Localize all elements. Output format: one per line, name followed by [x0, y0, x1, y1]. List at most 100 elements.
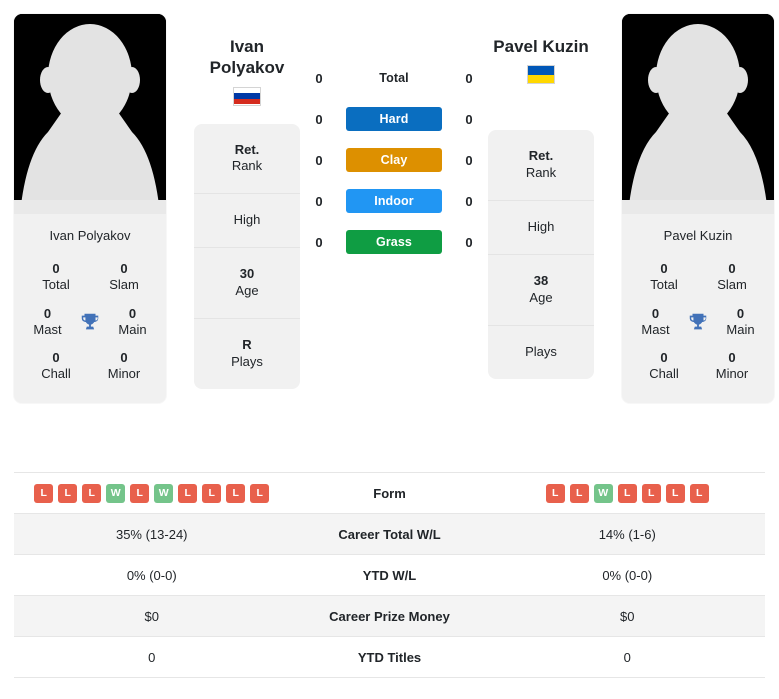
form-cell-right: LLWLLLL	[490, 476, 766, 511]
title-stat-mast-right: 0 Mast	[630, 306, 681, 339]
info-item-age-left: 30 Age	[194, 248, 300, 319]
info-label: Plays	[231, 353, 263, 369]
player-comparison-page: Ivan Polyakov 0 Total 0 Slam 0 Mast 0 Ma…	[0, 0, 779, 699]
title-stat-label: Slam	[717, 277, 747, 293]
info-value: 38	[533, 272, 549, 288]
stat-value-left: 0% (0-0)	[126, 567, 177, 583]
title-stat-chall-left: 0 Chall	[22, 350, 90, 383]
info-label: Age	[529, 289, 553, 305]
titles-row: 0 Chall 0 Minor	[628, 344, 768, 389]
info-value: R	[242, 336, 252, 352]
trophy-icon	[681, 311, 715, 333]
surface-row-indoor: 0 Indoor 0	[306, 189, 482, 213]
player-photo-right	[622, 14, 774, 214]
titles-row: 0 Total 0 Slam	[628, 255, 768, 300]
stat-value-right: 0% (0-0)	[602, 567, 653, 583]
surface-row-hard: 0 Hard 0	[306, 107, 482, 131]
surface-score-left: 0	[315, 234, 323, 250]
title-stat-minor-left: 0 Minor	[90, 350, 158, 383]
title-stat-main-left: 0 Main	[107, 306, 158, 339]
title-stat-label: Minor	[715, 366, 749, 382]
titles-row: 0 Chall 0 Minor	[20, 344, 160, 389]
surface-badge-grass: Grass	[346, 230, 442, 254]
surface-comparison-column: 0 Total 0 0 Hard 0 0 Clay 0 0 Indoor 0 0	[306, 14, 482, 254]
flag-wrap-left	[194, 86, 300, 112]
stat-value-right: 14% (1-6)	[598, 526, 656, 542]
stat-row-form: LLLWLWLLLL Form LLWLLLL	[14, 473, 765, 514]
title-stat-label: Slam	[109, 277, 139, 293]
stats-comparison-table: LLLWLWLLLL Form LLWLLLL 35% (13-24) Care…	[14, 472, 765, 678]
player-avatar-silhouette-icon	[622, 14, 774, 214]
info-value: Ret.	[528, 148, 554, 164]
title-stat-value: 0	[128, 305, 137, 321]
info-item-plays-right: Plays	[488, 326, 594, 379]
trophy-icon	[73, 311, 107, 333]
title-stat-label: Chall	[649, 366, 679, 382]
player-card-right[interactable]: Pavel Kuzin 0 Total 0 Slam 0 Mast 0 Main…	[622, 14, 774, 403]
title-stat-label: Mast	[641, 321, 670, 337]
form-badge-l: L	[226, 483, 246, 503]
player-info-box-left: Ret. Rank High 30 Age R Plays	[194, 123, 300, 389]
player-info-column-right: Pavel Kuzin Ret. Rank High 38 Age Plays	[482, 14, 600, 379]
form-badge-l: L	[641, 483, 661, 503]
flag-stripe	[234, 98, 260, 105]
title-stat-value: 0	[52, 350, 60, 365]
form-badge-w: W	[154, 483, 174, 503]
form-badge-l: L	[58, 483, 78, 503]
stat-row-ytd-wl: 0% (0-0) YTD W/L 0% (0-0)	[14, 555, 765, 596]
compare-header: Ivan Polyakov 0 Total 0 Slam 0 Mast 0 Ma…	[0, 0, 779, 472]
player-card-left[interactable]: Ivan Polyakov 0 Total 0 Slam 0 Mast 0 Ma…	[14, 14, 166, 403]
form-badge-l: L	[202, 483, 222, 503]
surface-score-right: 0	[465, 193, 473, 209]
flag-stripe	[528, 74, 554, 84]
info-label: Rank	[525, 165, 557, 181]
stat-label-ytd-titles: YTD Titles	[357, 649, 422, 665]
title-stat-value: 0	[728, 261, 736, 276]
surface-score-right: 0	[465, 111, 473, 127]
info-item-high-left: High	[194, 194, 300, 249]
surface-score-left: 0	[315, 193, 323, 209]
info-item-rank-right: Ret. Rank	[488, 130, 594, 202]
stat-row-ytd-titles: 0 YTD Titles 0	[14, 637, 765, 678]
info-label: Rank	[231, 158, 263, 174]
player-photo-name-left: Ivan Polyakov	[14, 214, 166, 255]
stat-label-ytd-wl: YTD W/L	[362, 567, 417, 583]
player-avatar-silhouette-icon	[14, 14, 166, 214]
stat-value-left: 0	[148, 649, 156, 665]
titles-row: 0 Total 0 Slam	[20, 255, 160, 300]
player-name-right[interactable]: Pavel Kuzin	[488, 14, 594, 65]
form-badge-l: L	[545, 483, 565, 503]
form-badge-w: W	[106, 483, 126, 503]
title-stat-value: 0	[120, 350, 128, 365]
title-stat-chall-right: 0 Chall	[630, 350, 698, 383]
flag-icon-russia	[233, 86, 261, 106]
info-item-plays-left: R Plays	[194, 319, 300, 389]
surface-score-left: 0	[315, 152, 323, 168]
form-badge-l: L	[82, 483, 102, 503]
title-stat-main-right: 0 Main	[715, 306, 766, 339]
form-badge-l: L	[250, 483, 270, 503]
title-stat-label: Mast	[33, 321, 62, 337]
trophy-icon-glyph	[689, 313, 707, 330]
stat-label-career-prize-money: Career Prize Money	[329, 608, 450, 624]
form-badge-l: L	[178, 483, 198, 503]
surface-badge-hard: Hard	[346, 107, 442, 131]
player-name-left[interactable]: Ivan Polyakov	[194, 14, 300, 87]
surface-score-right: 0	[465, 152, 473, 168]
info-label: High	[233, 212, 261, 228]
surface-score-right: 0	[465, 234, 473, 250]
surface-score-left: 0	[315, 70, 323, 86]
player-photo-name-right: Pavel Kuzin	[622, 214, 774, 255]
stat-label-form: Form	[373, 485, 406, 501]
title-stat-minor-right: 0 Minor	[698, 350, 766, 383]
stat-value-left: $0	[144, 608, 159, 624]
title-stat-slam-left: 0 Slam	[90, 261, 158, 294]
surface-score-right: 0	[465, 70, 473, 86]
stat-value-right: $0	[620, 608, 635, 624]
title-stat-value: 0	[728, 350, 736, 365]
info-label: High	[527, 219, 555, 235]
surface-badge-indoor: Indoor	[346, 189, 442, 213]
title-stat-value: 0	[660, 350, 668, 365]
title-stat-label: Total	[650, 277, 678, 293]
form-strip-left: LLLWLWLLLL	[20, 483, 284, 503]
